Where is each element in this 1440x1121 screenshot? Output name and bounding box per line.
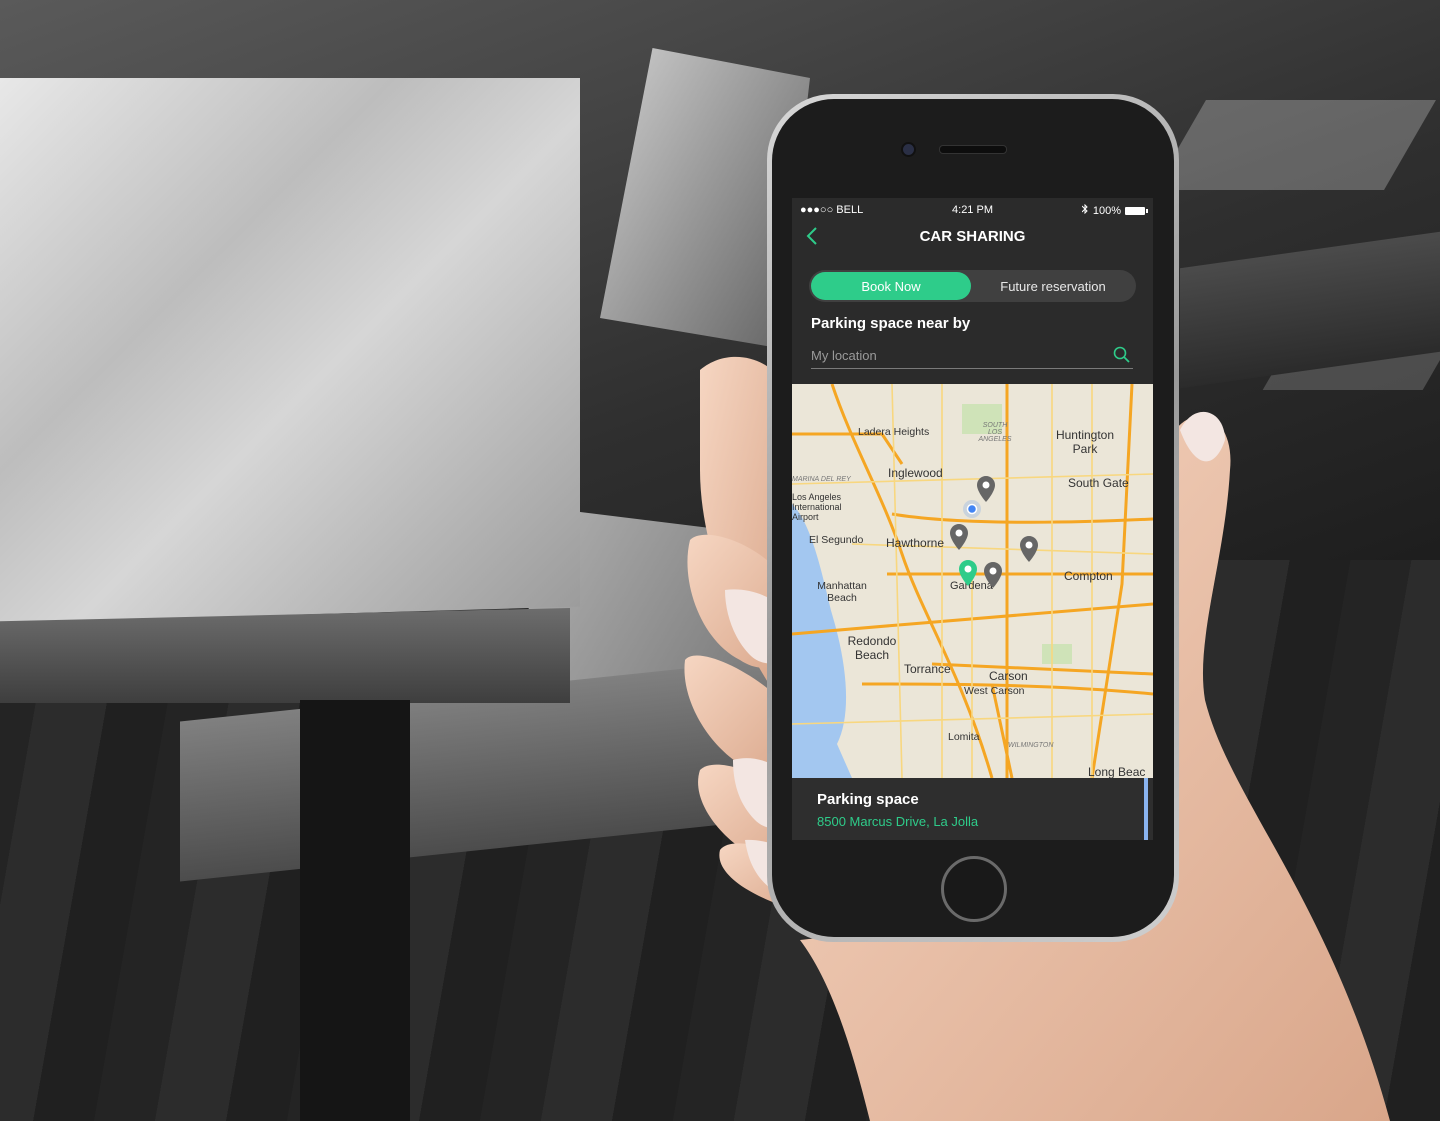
- earpiece: [939, 145, 1007, 154]
- battery-icon: [1125, 206, 1148, 215]
- map-label: Huntington Park: [1055, 428, 1115, 456]
- status-bar: ●●●○○ BELL 4:21 PM 100%: [792, 198, 1153, 222]
- map-view[interactable]: Ladera Heights Inglewood Huntington Park…: [792, 384, 1153, 778]
- map-label: South Gate: [1068, 476, 1129, 490]
- card-address: 8500 Marcus Drive, La Jolla: [817, 814, 979, 829]
- sunlight-patch: [1154, 100, 1436, 190]
- location-input[interactable]: [811, 344, 1101, 366]
- map-label: Torrance: [904, 662, 951, 676]
- map-label: Ladera Heights: [858, 426, 930, 438]
- home-button[interactable]: [941, 856, 1007, 922]
- status-right: 100%: [1081, 203, 1148, 217]
- map-label: Manhattan Beach: [817, 580, 867, 604]
- parking-pin-icon[interactable]: [1020, 536, 1038, 562]
- map-label: West Carson: [964, 685, 1025, 697]
- battery-percent: 100%: [1092, 204, 1121, 217]
- map-label: Hawthorne: [886, 536, 945, 550]
- map-label: El Segundo: [809, 534, 864, 546]
- scroll-indicator: [1144, 778, 1148, 840]
- card-title: Parking space: [817, 791, 919, 808]
- table-edge: [0, 608, 570, 703]
- nav-bar: CAR SHARING: [792, 222, 1153, 252]
- search-icon[interactable]: [1113, 346, 1131, 369]
- map-label: MARINA DEL REY: [792, 476, 851, 483]
- section-heading: Parking space near by: [811, 315, 971, 332]
- location-search: [811, 344, 1133, 369]
- parking-pin-icon[interactable]: [950, 524, 968, 550]
- map-label: WILMINGTON: [1008, 742, 1054, 749]
- page-title: CAR SHARING: [919, 228, 1026, 245]
- selected-parking-pin-icon[interactable]: [959, 560, 977, 586]
- map-label: Inglewood: [888, 466, 943, 480]
- map-label: Redondo Beach: [847, 634, 897, 662]
- parking-pin-icon[interactable]: [984, 562, 1002, 588]
- map-label: Lomita: [948, 731, 980, 743]
- map-label: Los Angeles International Airport: [792, 492, 842, 522]
- map-label: Carson: [989, 669, 1028, 683]
- app-screen: ●●●○○ BELL 4:21 PM 100% CAR SHARING Book…: [792, 198, 1153, 840]
- front-camera: [901, 142, 916, 157]
- tab-future-reservation[interactable]: Future reservation: [973, 272, 1133, 300]
- map-label: Compton: [1064, 569, 1113, 583]
- map-label: SOUTH LOS ANGELES: [978, 422, 1012, 443]
- parking-pin-icon[interactable]: [977, 476, 995, 502]
- map-label: Long Beac: [1088, 765, 1146, 778]
- tab-book-now[interactable]: Book Now: [811, 272, 971, 300]
- booking-mode-toggle: Book Now Future reservation: [809, 270, 1136, 302]
- background-photo: [0, 0, 1440, 1121]
- parking-detail-card[interactable]: Parking space 8500 Marcus Drive, La Joll…: [792, 778, 1153, 840]
- table-leg: [300, 700, 410, 1121]
- table-top: [0, 78, 580, 623]
- bluetooth-icon: [1081, 203, 1089, 217]
